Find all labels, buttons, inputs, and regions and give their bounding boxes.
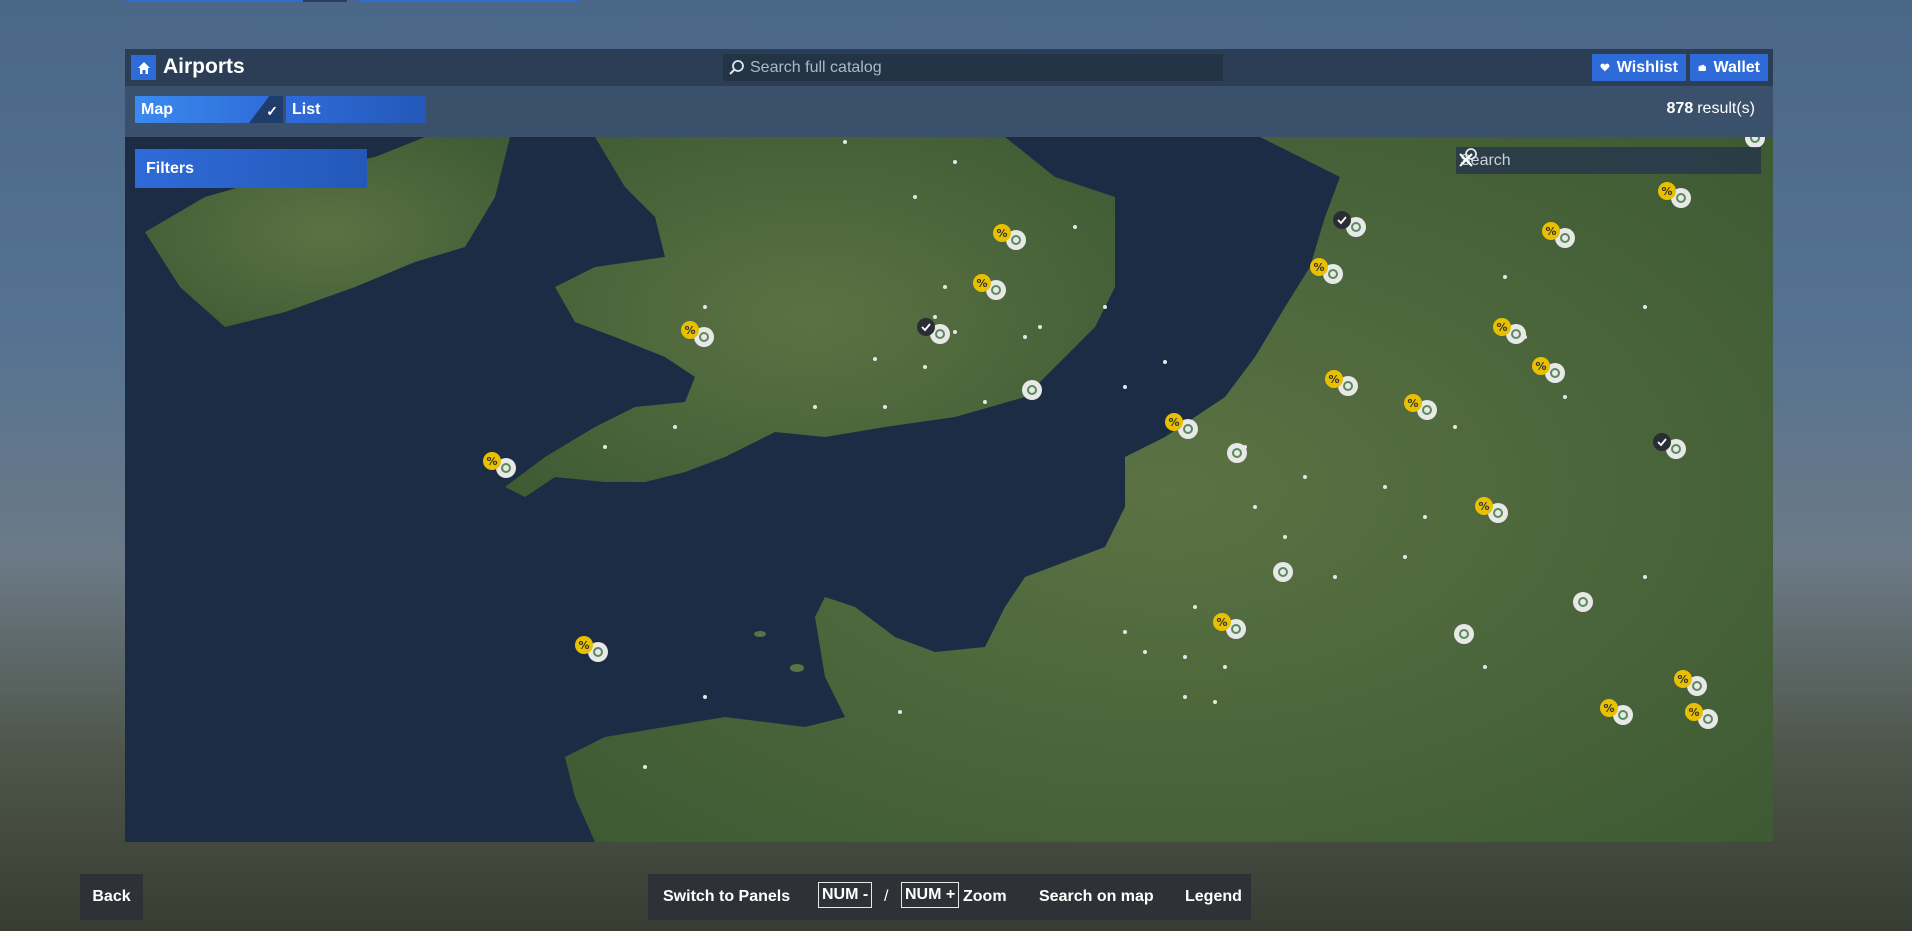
results-count: 878 result(s)	[1667, 100, 1755, 118]
tab-list-label: List	[292, 100, 321, 118]
checkmark-icon: ✓	[249, 96, 283, 123]
catalog-search-placeholder: Search full catalog	[750, 58, 882, 76]
back-button[interactable]: Back	[80, 874, 143, 920]
home-button[interactable]	[131, 55, 156, 80]
wallet-button[interactable]: Wallet	[1690, 54, 1768, 81]
svg-text:%: %	[1313, 261, 1324, 274]
filters-label: Filters	[146, 159, 195, 177]
results-label: result(s)	[1697, 100, 1755, 117]
airport-map[interactable]: % % % % % % % % % % % % % % % % % % Filt…	[125, 137, 1773, 842]
svg-text:%: %	[1688, 706, 1699, 719]
catalog-search-input[interactable]: Search full catalog	[723, 54, 1223, 81]
tab-list[interactable]: List	[286, 96, 426, 123]
zoom-out-key[interactable]: NUM -	[818, 882, 873, 908]
back-label: Back	[92, 888, 131, 905]
title-bar: Airports Search full catalog Wishlist Wa…	[125, 49, 1773, 86]
svg-text:%: %	[684, 324, 695, 337]
top-progress-right	[358, 0, 580, 2]
svg-text:%: %	[1535, 360, 1546, 373]
top-progress-mid	[303, 0, 347, 2]
wallet-label: Wallet	[1713, 58, 1760, 76]
tab-map[interactable]: Map ✓	[135, 96, 283, 123]
wallet-icon	[1698, 64, 1706, 71]
svg-text:%: %	[578, 639, 589, 652]
search-on-map-button[interactable]: Search on map	[1039, 888, 1154, 906]
zoom-in-key[interactable]: NUM +	[901, 882, 960, 908]
close-icon[interactable]	[1456, 150, 1476, 170]
svg-text:%: %	[1545, 225, 1556, 238]
page-title: Airports	[163, 55, 245, 78]
view-toolbar: Map ✓ List 878 result(s)	[125, 86, 1773, 137]
legend-button[interactable]: Legend	[1185, 888, 1242, 906]
home-icon	[137, 61, 150, 74]
svg-text:%: %	[1496, 321, 1507, 334]
wishlist-button[interactable]: Wishlist	[1592, 54, 1686, 81]
svg-text:%: %	[976, 277, 987, 290]
map-terrain: % % % % % % % % % % % % % % % % % %	[125, 137, 1773, 842]
heart-icon	[1600, 63, 1610, 72]
wishlist-label: Wishlist	[1616, 58, 1678, 76]
filters-button[interactable]: Filters	[135, 149, 367, 188]
svg-text:%: %	[1478, 500, 1489, 513]
svg-text:%: %	[1407, 397, 1418, 410]
zoom-label: Zoom	[963, 888, 1007, 905]
map-search-input[interactable]: Search	[1456, 147, 1761, 174]
top-progress-left	[125, 0, 303, 2]
footer-action-bar: Switch to Panels NUM - / NUM + Zoom Sear…	[648, 874, 1251, 920]
landmass-channel-islands	[754, 631, 766, 637]
svg-text:%: %	[1603, 702, 1614, 715]
zoom-separator: /	[884, 888, 889, 905]
results-number: 878	[1666, 100, 1694, 117]
tab-map-label: Map	[141, 100, 173, 118]
svg-text:%: %	[1661, 185, 1672, 198]
switch-panels-button[interactable]: Switch to Panels	[663, 888, 790, 906]
search-icon	[729, 59, 744, 75]
svg-text:%: %	[1328, 373, 1339, 386]
svg-text:%: %	[996, 227, 1007, 240]
svg-text:%: %	[1677, 673, 1688, 686]
svg-text:%: %	[1216, 616, 1227, 629]
svg-text:%: %	[486, 455, 497, 468]
airports-panel: Airports Search full catalog Wishlist Wa…	[125, 49, 1773, 842]
svg-text:%: %	[1168, 416, 1179, 429]
